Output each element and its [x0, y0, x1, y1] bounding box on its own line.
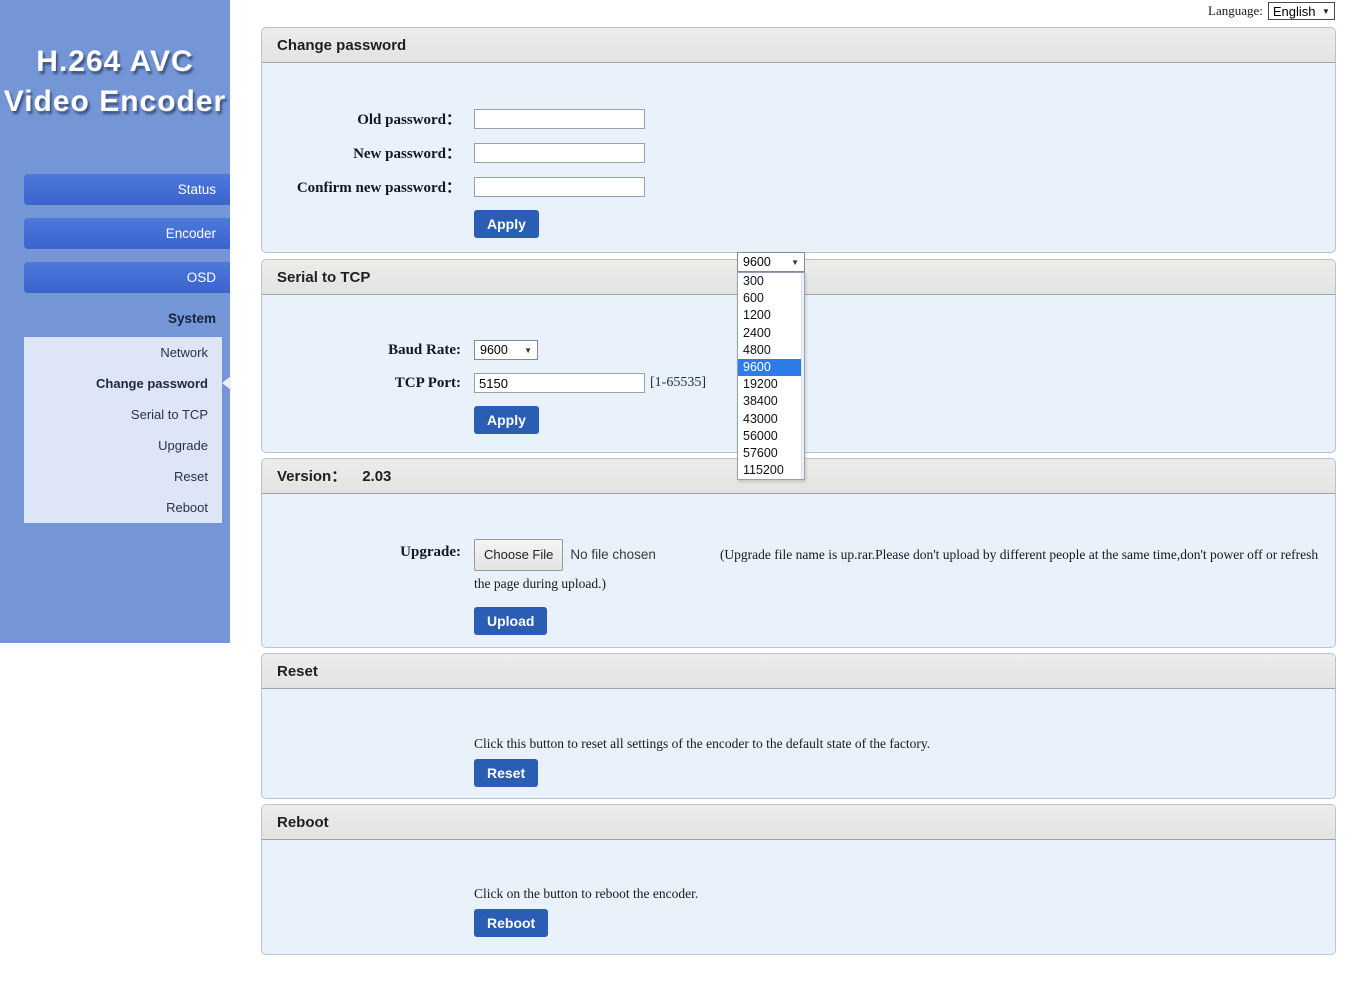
reset-panel: Reset Click this button to reset all set…: [261, 653, 1336, 799]
baud-option-4800[interactable]: 4800: [738, 342, 804, 359]
version-value: 2.03: [362, 468, 391, 485]
baud-rate-select[interactable]: 9600 ▼: [474, 340, 538, 360]
upgrade-label: Upgrade:: [262, 539, 461, 565]
serial-to-tcp-apply-button[interactable]: Apply: [474, 406, 539, 434]
reboot-body: Click on the button to reboot the encode…: [262, 840, 1335, 954]
old-password-label: Old password：: [262, 108, 461, 129]
baud-rate-option-list: 300 600 1200 2400 4800 9600 19200 38400 …: [737, 272, 805, 480]
confirm-new-password-label: Confirm new password：: [262, 176, 461, 197]
tcp-port-field[interactable]: [474, 373, 645, 393]
tcp-port-label: TCP Port:: [262, 375, 461, 392]
confirm-new-password-field[interactable]: [474, 177, 645, 197]
submenu-item-reset[interactable]: Reset: [24, 461, 222, 492]
baud-rate-open-dropdown: 9600 ▼ 300 600 1200 2400 4800 9600 19200…: [737, 252, 805, 480]
submenu-item-reboot[interactable]: Reboot: [24, 492, 222, 523]
baud-option-1200[interactable]: 1200: [738, 307, 804, 324]
change-password-title: Change password: [262, 28, 1335, 63]
baud-rate-selected-value: 9600: [480, 343, 508, 357]
sidebar-item-status[interactable]: Status: [24, 174, 230, 205]
baud-option-38400[interactable]: 38400: [738, 393, 804, 410]
baud-option-56000[interactable]: 56000: [738, 428, 804, 445]
baud-option-2400[interactable]: 2400: [738, 325, 804, 342]
reboot-title: Reboot: [262, 805, 1335, 840]
baud-option-600[interactable]: 600: [738, 290, 804, 307]
no-file-chosen-text: No file chosen: [570, 547, 656, 562]
chevron-down-icon: ▼: [524, 346, 532, 355]
submenu-item-label: Change password: [96, 376, 208, 391]
baud-dropdown-selected-value: 9600: [743, 255, 771, 269]
baud-option-300[interactable]: 300: [738, 273, 804, 290]
choose-file-button[interactable]: Choose File: [474, 539, 563, 571]
sidebar-item-osd[interactable]: OSD: [24, 262, 230, 293]
sidebar-item-encoder[interactable]: Encoder: [24, 218, 230, 249]
logo-line-1: H.264 AVC: [0, 42, 230, 82]
chevron-down-icon: ▼: [791, 258, 799, 267]
reboot-panel: Reboot Click on the button to reboot the…: [261, 804, 1336, 955]
old-password-field[interactable]: [474, 109, 645, 129]
change-password-apply-button[interactable]: Apply: [474, 210, 539, 238]
upload-button[interactable]: Upload: [474, 607, 547, 635]
reboot-description: Click on the button to reboot the encode…: [474, 886, 1335, 902]
dropdown-scrollbar[interactable]: [801, 273, 804, 479]
baud-option-57600[interactable]: 57600: [738, 445, 804, 462]
baud-rate-label: Baud Rate:: [262, 342, 461, 359]
reset-title: Reset: [262, 654, 1335, 689]
baud-option-43000[interactable]: 43000: [738, 411, 804, 428]
reset-body: Click this button to reset all settings …: [262, 689, 1335, 798]
app-logo: H.264 AVC Video Encoder: [0, 42, 230, 122]
submenu-item-upgrade[interactable]: Upgrade: [24, 430, 222, 461]
version-body: Upgrade: Choose FileNo file chosen(Upgra…: [262, 494, 1335, 647]
submenu-item-serial-to-tcp[interactable]: Serial to TCP: [24, 399, 222, 430]
reboot-button[interactable]: Reboot: [474, 909, 548, 937]
sidebar-section-system: System: [168, 311, 216, 326]
upgrade-file-row: Choose FileNo file chosen(Upgrade file n…: [474, 539, 1327, 597]
reset-description: Click this button to reset all settings …: [474, 736, 1335, 752]
sidebar: H.264 AVC Video Encoder Status Encoder O…: [0, 0, 230, 643]
tcp-port-range-hint: [1-65535]: [650, 375, 706, 391]
new-password-field[interactable]: [474, 143, 645, 163]
baud-option-9600-selected[interactable]: 9600: [738, 359, 804, 376]
system-submenu: Network Change password Serial to TCP Up…: [24, 337, 222, 523]
new-password-label: New password：: [262, 142, 461, 163]
reset-button[interactable]: Reset: [474, 759, 538, 787]
file-input[interactable]: Choose File No file chosen: [474, 539, 656, 571]
change-password-panel: Change password Old password： New passwo…: [261, 27, 1336, 253]
active-item-arrow-icon: [222, 376, 231, 390]
baud-option-115200[interactable]: 115200: [738, 462, 804, 479]
version-label: Version：: [277, 468, 346, 485]
sidebar-nav: Status Encoder OSD: [24, 174, 230, 306]
submenu-item-network[interactable]: Network: [24, 337, 222, 368]
logo-line-2: Video Encoder: [0, 82, 230, 122]
submenu-item-change-password[interactable]: Change password: [24, 368, 222, 399]
change-password-body: Old password： New password： Confirm new …: [262, 63, 1335, 252]
baud-option-19200[interactable]: 19200: [738, 376, 804, 393]
baud-rate-dropdown-select[interactable]: 9600 ▼: [737, 252, 805, 272]
version-panel: Version： 2.03 Upgrade: Choose File No file…: [261, 458, 1336, 648]
